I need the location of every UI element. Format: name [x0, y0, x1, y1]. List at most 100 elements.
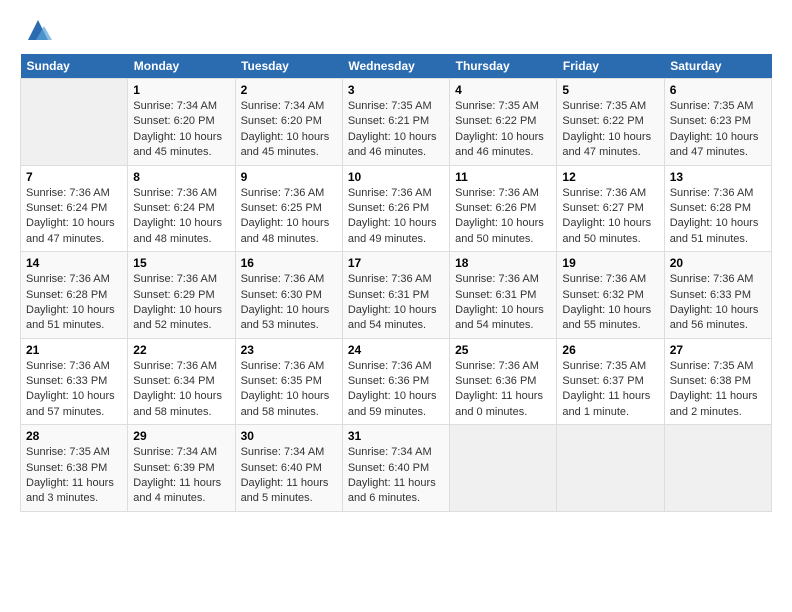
calendar-cell: 15 Sunrise: 7:36 AMSunset: 6:29 PMDayligh…: [128, 252, 235, 339]
day-info: Sunrise: 7:34 AMSunset: 6:20 PMDaylight:…: [133, 99, 229, 161]
calendar-week-4: 21 Sunrise: 7:36 AMSunset: 6:33 PMDayligh…: [21, 338, 772, 425]
day-number: 29: [133, 429, 229, 443]
column-header-sunday: Sunday: [21, 54, 128, 79]
calendar-week-1: 1 Sunrise: 7:34 AMSunset: 6:20 PMDaylight…: [21, 79, 772, 166]
day-info: Sunrise: 7:36 AMSunset: 6:31 PMDaylight:…: [455, 272, 551, 334]
calendar-cell: 26 Sunrise: 7:35 AMSunset: 6:37 PMDayligh…: [557, 338, 664, 425]
calendar-cell: 11 Sunrise: 7:36 AMSunset: 6:26 PMDayligh…: [450, 165, 557, 252]
calendar-cell: [21, 79, 128, 166]
day-number: 11: [455, 170, 551, 184]
page-header: [20, 20, 772, 44]
day-info: Sunrise: 7:35 AMSunset: 6:22 PMDaylight:…: [455, 99, 551, 161]
logo: [20, 20, 52, 44]
column-header-saturday: Saturday: [664, 54, 771, 79]
column-header-wednesday: Wednesday: [342, 54, 449, 79]
calendar-cell: 29 Sunrise: 7:34 AMSunset: 6:39 PMDayligh…: [128, 425, 235, 512]
day-info: Sunrise: 7:34 AMSunset: 6:39 PMDaylight:…: [133, 445, 229, 507]
calendar-cell: 13 Sunrise: 7:36 AMSunset: 6:28 PMDayligh…: [664, 165, 771, 252]
day-number: 15: [133, 256, 229, 270]
day-info: Sunrise: 7:34 AMSunset: 6:40 PMDaylight:…: [348, 445, 444, 507]
day-number: 8: [133, 170, 229, 184]
day-number: 30: [241, 429, 337, 443]
day-info: Sunrise: 7:36 AMSunset: 6:36 PMDaylight:…: [348, 359, 444, 421]
day-info: Sunrise: 7:36 AMSunset: 6:30 PMDaylight:…: [241, 272, 337, 334]
calendar-cell: [664, 425, 771, 512]
calendar-table: SundayMondayTuesdayWednesdayThursdayFrid…: [20, 54, 772, 512]
day-number: 7: [26, 170, 122, 184]
day-number: 27: [670, 343, 766, 357]
calendar-cell: 21 Sunrise: 7:36 AMSunset: 6:33 PMDayligh…: [21, 338, 128, 425]
calendar-cell: 24 Sunrise: 7:36 AMSunset: 6:36 PMDayligh…: [342, 338, 449, 425]
day-info: Sunrise: 7:36 AMSunset: 6:26 PMDaylight:…: [455, 186, 551, 248]
header-row: SundayMondayTuesdayWednesdayThursdayFrid…: [21, 54, 772, 79]
day-number: 21: [26, 343, 122, 357]
day-number: 25: [455, 343, 551, 357]
day-info: Sunrise: 7:36 AMSunset: 6:25 PMDaylight:…: [241, 186, 337, 248]
day-info: Sunrise: 7:36 AMSunset: 6:31 PMDaylight:…: [348, 272, 444, 334]
column-header-monday: Monday: [128, 54, 235, 79]
calendar-week-2: 7 Sunrise: 7:36 AMSunset: 6:24 PMDaylight…: [21, 165, 772, 252]
day-number: 14: [26, 256, 122, 270]
calendar-cell: 23 Sunrise: 7:36 AMSunset: 6:35 PMDayligh…: [235, 338, 342, 425]
day-number: 10: [348, 170, 444, 184]
calendar-cell: 3Sunrise: 7:35 AMSunset: 6:21 PMDaylight…: [342, 79, 449, 166]
day-info: Sunrise: 7:36 AMSunset: 6:24 PMDaylight:…: [133, 186, 229, 248]
column-header-friday: Friday: [557, 54, 664, 79]
calendar-cell: 2Sunrise: 7:34 AMSunset: 6:20 PMDaylight…: [235, 79, 342, 166]
calendar-cell: 17Sunrise: 7:36 AMSunset: 6:31 PMDayligh…: [342, 252, 449, 339]
calendar-cell: 5 Sunrise: 7:35 AMSunset: 6:22 PMDaylight…: [557, 79, 664, 166]
calendar-cell: 18 Sunrise: 7:36 AMSunset: 6:31 PMDayligh…: [450, 252, 557, 339]
day-info: Sunrise: 7:35 AMSunset: 6:22 PMDaylight:…: [562, 99, 658, 161]
column-header-tuesday: Tuesday: [235, 54, 342, 79]
day-number: 18: [455, 256, 551, 270]
calendar-cell: 14 Sunrise: 7:36 AMSunset: 6:28 PMDayligh…: [21, 252, 128, 339]
day-number: 26: [562, 343, 658, 357]
calendar-cell: [557, 425, 664, 512]
calendar-cell: 9 Sunrise: 7:36 AMSunset: 6:25 PMDaylight…: [235, 165, 342, 252]
logo-icon: [24, 16, 52, 44]
day-number: 28: [26, 429, 122, 443]
day-number: 1: [133, 83, 229, 97]
day-info: Sunrise: 7:35 AMSunset: 6:23 PMDaylight:…: [670, 99, 766, 161]
day-info: Sunrise: 7:36 AMSunset: 6:32 PMDaylight:…: [562, 272, 658, 334]
day-number: 20: [670, 256, 766, 270]
calendar-cell: 28 Sunrise: 7:35 AMSunset: 6:38 PMDayligh…: [21, 425, 128, 512]
day-info: Sunrise: 7:36 AMSunset: 6:24 PMDaylight:…: [26, 186, 122, 248]
day-info: Sunrise: 7:35 AMSunset: 6:38 PMDaylight:…: [26, 445, 122, 507]
calendar-cell: 7 Sunrise: 7:36 AMSunset: 6:24 PMDaylight…: [21, 165, 128, 252]
day-number: 19: [562, 256, 658, 270]
day-info: Sunrise: 7:35 AMSunset: 6:38 PMDaylight:…: [670, 359, 766, 421]
day-info: Sunrise: 7:36 AMSunset: 6:27 PMDaylight:…: [562, 186, 658, 248]
calendar-cell: 20 Sunrise: 7:36 AMSunset: 6:33 PMDayligh…: [664, 252, 771, 339]
day-info: Sunrise: 7:36 AMSunset: 6:28 PMDaylight:…: [670, 186, 766, 248]
day-number: 12: [562, 170, 658, 184]
calendar-cell: 30 Sunrise: 7:34 AMSunset: 6:40 PMDayligh…: [235, 425, 342, 512]
day-number: 31: [348, 429, 444, 443]
day-number: 22: [133, 343, 229, 357]
day-info: Sunrise: 7:35 AMSunset: 6:37 PMDaylight:…: [562, 359, 658, 421]
day-number: 5: [562, 83, 658, 97]
calendar-cell: 25 Sunrise: 7:36 AMSunset: 6:36 PMDayligh…: [450, 338, 557, 425]
day-info: Sunrise: 7:36 AMSunset: 6:36 PMDaylight:…: [455, 359, 551, 421]
day-info: Sunrise: 7:34 AMSunset: 6:40 PMDaylight:…: [241, 445, 337, 507]
day-info: Sunrise: 7:36 AMSunset: 6:33 PMDaylight:…: [26, 359, 122, 421]
calendar-week-3: 14 Sunrise: 7:36 AMSunset: 6:28 PMDayligh…: [21, 252, 772, 339]
calendar-cell: 6Sunrise: 7:35 AMSunset: 6:23 PMDaylight…: [664, 79, 771, 166]
calendar-cell: [450, 425, 557, 512]
day-number: 24: [348, 343, 444, 357]
calendar-cell: 4 Sunrise: 7:35 AMSunset: 6:22 PMDaylight…: [450, 79, 557, 166]
day-number: 9: [241, 170, 337, 184]
calendar-cell: 27 Sunrise: 7:35 AMSunset: 6:38 PMDayligh…: [664, 338, 771, 425]
calendar-week-5: 28 Sunrise: 7:35 AMSunset: 6:38 PMDayligh…: [21, 425, 772, 512]
day-info: Sunrise: 7:34 AMSunset: 6:20 PMDaylight:…: [241, 99, 337, 161]
day-info: Sunrise: 7:36 AMSunset: 6:28 PMDaylight:…: [26, 272, 122, 334]
day-number: 23: [241, 343, 337, 357]
day-info: Sunrise: 7:36 AMSunset: 6:29 PMDaylight:…: [133, 272, 229, 334]
day-number: 13: [670, 170, 766, 184]
calendar-cell: 16Sunrise: 7:36 AMSunset: 6:30 PMDayligh…: [235, 252, 342, 339]
day-info: Sunrise: 7:36 AMSunset: 6:35 PMDaylight:…: [241, 359, 337, 421]
day-info: Sunrise: 7:36 AMSunset: 6:33 PMDaylight:…: [670, 272, 766, 334]
calendar-cell: 10Sunrise: 7:36 AMSunset: 6:26 PMDayligh…: [342, 165, 449, 252]
column-header-thursday: Thursday: [450, 54, 557, 79]
day-number: 4: [455, 83, 551, 97]
